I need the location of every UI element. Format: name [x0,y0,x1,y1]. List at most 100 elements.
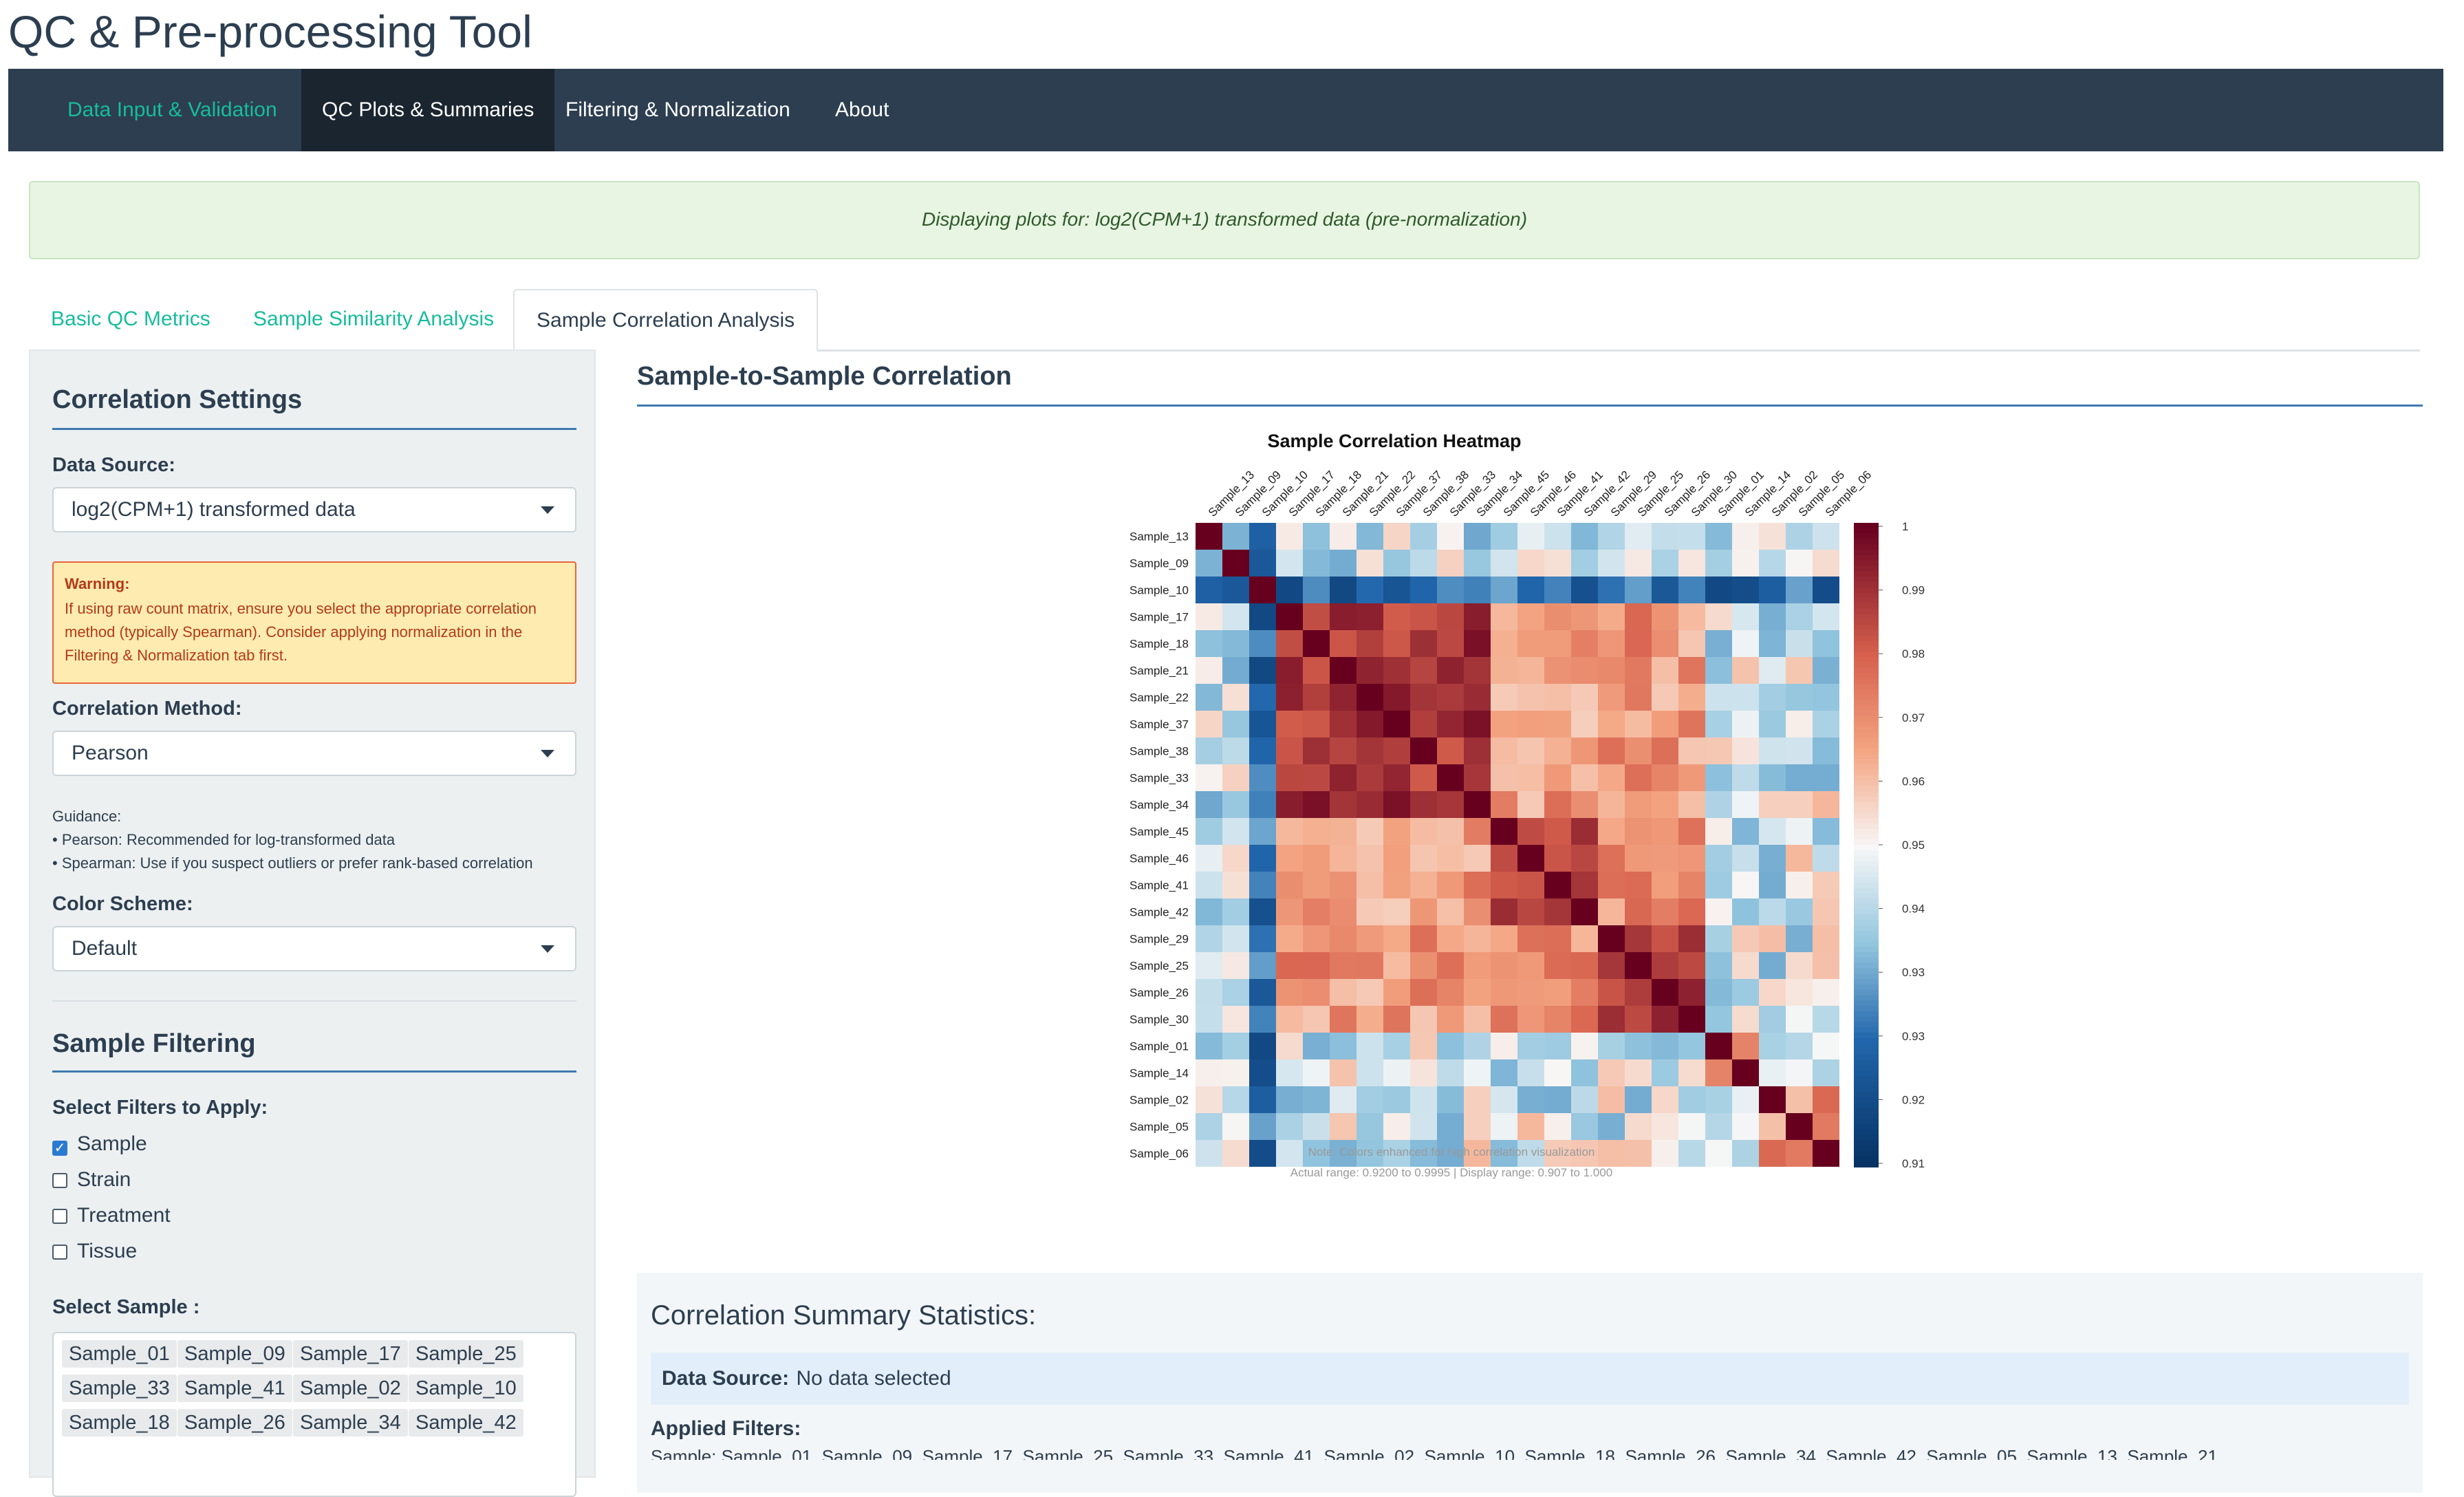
sample-chip[interactable]: Sample_18 [62,1409,177,1436]
row-label: Sample_05 [1130,1121,1189,1134]
tab-similarity[interactable]: Sample Similarity Analysis [231,289,516,349]
colorbar-segment [1854,1145,1879,1152]
heatmap-cell [1571,898,1598,925]
heatmap-cell [1732,791,1759,818]
colorbar-segment [1854,834,1879,841]
filter-checkbox-strain[interactable]: Strain [52,1168,131,1192]
sample-chip[interactable]: Sample_25 [409,1340,523,1368]
filter-checkbox-sample[interactable]: ✓ Sample [52,1132,147,1156]
colorbar-tick-label: 0.92 [1902,1093,1925,1106]
heatmap-cell [1222,603,1249,630]
heatmap-cell [1705,630,1732,657]
sample-chip[interactable]: Sample_41 [177,1375,292,1402]
heatmap-cell [1544,577,1571,603]
heatmap-cell [1786,791,1813,818]
sample-multiselect[interactable]: Sample_01 Sample_09 Sample_17 Sample_25 … [52,1332,576,1497]
heatmap-cell [1598,1113,1625,1140]
heatmap-cell [1276,603,1303,630]
heatmap-cell [1678,818,1705,845]
tab-basic-qc[interactable]: Basic QC Metrics [29,289,233,349]
heatmap-cell [1249,791,1276,818]
sample-chip[interactable]: Sample_42 [409,1409,523,1436]
sample-chip[interactable]: Sample_26 [177,1409,292,1436]
heatmap-cell [1544,737,1571,764]
heatmap-cell [1437,1086,1464,1113]
heatmap-cell [1732,1033,1759,1059]
heatmap-cell [1222,872,1249,898]
data-source-select[interactable]: log2(CPM+1) transformed data [52,487,576,532]
heatmap-cell [1652,1059,1678,1086]
colorbar-segment [1854,753,1879,760]
row-label: Sample_33 [1130,772,1189,785]
heatmap-cell [1544,657,1571,684]
tab-correlation[interactable]: Sample Correlation Analysis [513,289,819,352]
heatmap-cell [1437,952,1464,979]
app-title: QC & Pre-processing Tool [8,6,532,57]
heatmap-cell [1598,898,1625,925]
heatmap-cell [1464,737,1491,764]
colorbar-segment [1854,657,1879,663]
colorbar-segment [1854,1064,1879,1071]
heatmap-cell [1598,577,1625,603]
heatmap-cell [1383,657,1410,684]
heatmap-cell [1678,1113,1705,1140]
heatmap-cell [1625,737,1652,764]
sample-chip[interactable]: Sample_34 [293,1409,408,1436]
color-scheme-select[interactable]: Default [52,926,576,971]
heatmap-cell [1759,1140,1786,1167]
heatmap-cell [1330,1059,1357,1086]
heatmap-cell [1786,1006,1813,1033]
colorbar-segment [1854,732,1879,738]
heatmap-cell [1491,845,1517,872]
heatmap-cell [1705,764,1732,791]
heatmap-cell [1571,630,1598,657]
heatmap-cell [1357,657,1383,684]
colorbar-segment [1854,748,1879,755]
heatmap-cell [1598,603,1625,630]
colorbar-segment [1854,786,1879,792]
sample-chip[interactable]: Sample_33 [62,1375,177,1402]
heatmap-cell [1249,523,1276,550]
heatmap-cell [1303,684,1330,711]
warning-text: If using raw count matrix, ensure you se… [65,600,537,664]
heatmap-cell [1196,711,1222,737]
colorbar-segment [1854,952,1879,958]
sample-chip[interactable]: Sample_09 [177,1340,292,1368]
heatmap-cell [1517,979,1544,1006]
sample-chip[interactable]: Sample_17 [293,1340,408,1368]
check-icon: ✓ [52,1141,67,1156]
sample-chip[interactable]: Sample_02 [293,1375,408,1402]
heatmap-cell [1303,925,1330,952]
colorbar-segment [1854,667,1879,674]
filter-checkbox-tissue[interactable]: Tissue [52,1240,137,1263]
heatmap-cell [1571,1113,1598,1140]
heatmap-cell [1330,1086,1357,1113]
colorbar-segment [1854,673,1879,680]
heatmap-cell [1517,577,1544,603]
heatmap-cell [1598,979,1625,1006]
heatmap-cell [1517,952,1544,979]
colorbar-segment [1854,818,1879,824]
heatmap-cell [1437,711,1464,737]
nav-qc-plots[interactable]: QC Plots & Summaries [301,69,555,151]
filter-checkbox-treatment[interactable]: Treatment [52,1204,171,1227]
heatmap-cell [1303,791,1330,818]
heatmap-cell [1383,1059,1410,1086]
nav-data-input[interactable]: Data Input & Validation [47,69,298,151]
heatmap-cell [1410,630,1437,657]
heatmap-cell [1813,1059,1839,1086]
colorbar-segment [1854,909,1879,916]
sample-chip[interactable]: Sample_01 [62,1340,177,1368]
colorbar-segment [1854,1108,1879,1114]
nav-filtering[interactable]: Filtering & Normalization [545,69,811,151]
heatmap-cell [1491,979,1517,1006]
heatmap-cell [1786,603,1813,630]
heatmap-cell [1517,1113,1544,1140]
heatmap-cell [1732,764,1759,791]
nav-about[interactable]: About [814,69,909,151]
heatmap-cell [1491,711,1517,737]
sample-chip[interactable]: Sample_10 [409,1375,523,1402]
heatmap-cell [1383,952,1410,979]
method-select[interactable]: Pearson [52,731,576,776]
colorbar-segment [1854,684,1879,690]
